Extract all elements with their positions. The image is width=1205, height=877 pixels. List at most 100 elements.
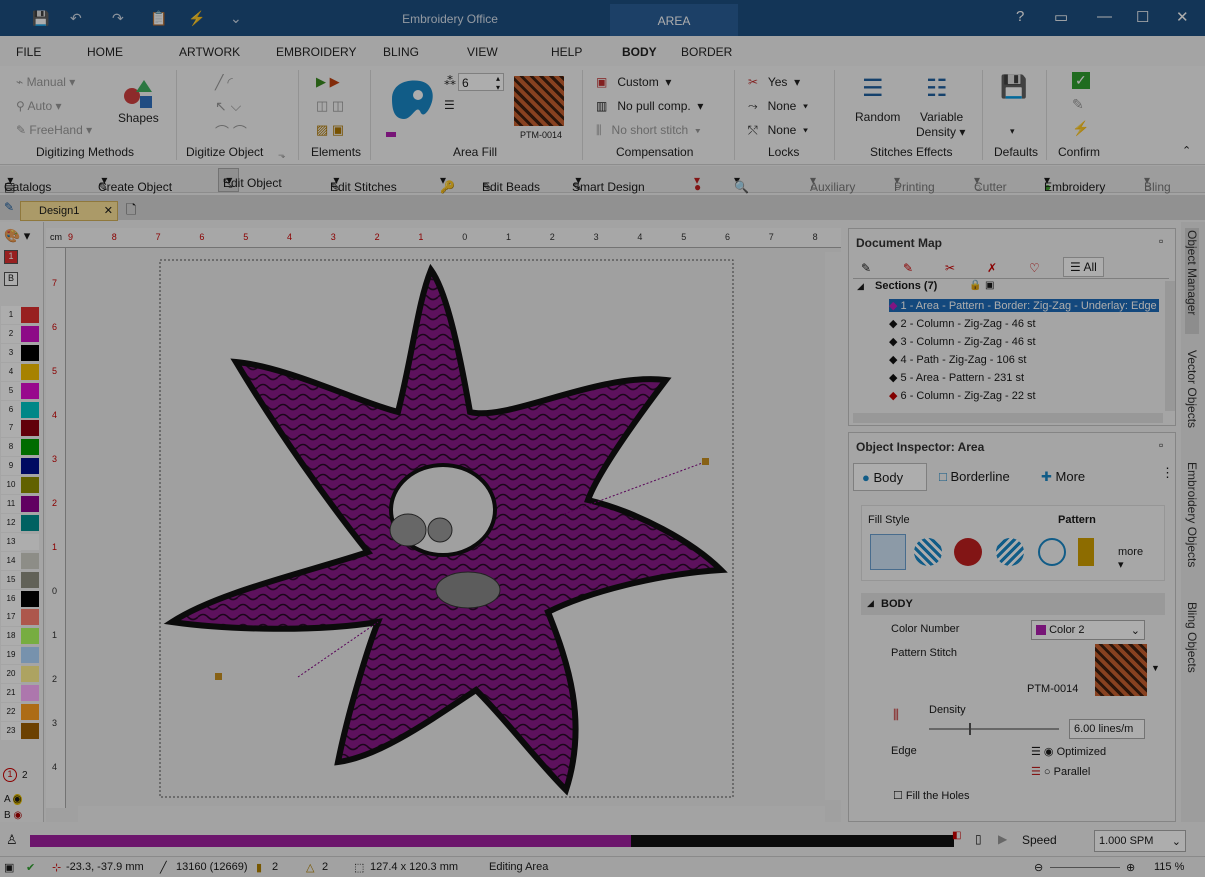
catalogs-button[interactable]: ▤ Catalogs ▾ [4, 173, 51, 194]
context-tab-area[interactable]: AREA [610, 4, 738, 36]
play-icon[interactable]: ▶ [998, 832, 1007, 846]
object-list-item[interactable]: ◆ 2 - Column - Zig-Zag - 46 st [889, 317, 1036, 330]
edit-object-button[interactable]: ⤡ Edit Object ▾ [218, 168, 282, 192]
zoom-tool-button[interactable]: 🔍 ▾ [734, 173, 749, 194]
confirm-generate-icon[interactable]: ⚡ [1072, 120, 1089, 137]
area-fill-value-input[interactable]: 6 ▴ ▾ [458, 73, 504, 92]
short-stitch-button[interactable]: ⫼ No short stitch ▾ [596, 123, 701, 138]
palette-swatch[interactable]: 8 [1, 438, 41, 457]
design-canvas[interactable] [46, 228, 841, 822]
pattern-stitch-swatch[interactable] [1095, 644, 1147, 696]
element-start-icon[interactable]: ▶ ▶ [316, 74, 340, 90]
palette-swatch[interactable]: 16 [1, 589, 41, 608]
expand-sections-icon[interactable]: ◢ [857, 281, 864, 292]
object-list-item[interactable]: ◆ 6 - Column - Zig-Zag - 22 st [889, 389, 1036, 402]
palette-swatch[interactable]: 12 [1, 513, 41, 532]
object-list-item[interactable]: ◆ 1 - Area - Pattern - Border: Zig-Zag -… [889, 299, 1159, 312]
tab-bling[interactable]: BLING [383, 45, 419, 59]
dialog-launcher-icon[interactable]: ⬎ [278, 150, 286, 161]
filter-pen-icon[interactable]: ✎ [861, 261, 871, 275]
body-section-header[interactable]: ◢ BODY [861, 593, 1165, 615]
pattern-dropdown-icon[interactable]: ▼ [1151, 663, 1160, 673]
defaults-dropdown-icon[interactable]: ▾ [1010, 126, 1015, 137]
smart-design-button[interactable]: ✎ Smart Design ▾ [572, 173, 645, 194]
palette-swatch[interactable]: 2 [1, 324, 41, 343]
density-input[interactable]: 6.00 lines/m [1069, 719, 1145, 739]
map-vertical-scrollbar[interactable] [1165, 281, 1175, 411]
sections-header[interactable]: Sections (7) [875, 280, 937, 292]
palette-swatch[interactable]: 14 [1, 551, 41, 570]
compensation-custom-button[interactable]: ▣ Custom ▾ [596, 75, 671, 89]
defaults-icon[interactable]: 💾 [1000, 74, 1027, 100]
zoom-out-icon[interactable]: ⊖ [1034, 861, 1043, 874]
palette-swatch[interactable]: 18 [1, 627, 41, 646]
confirm-check-icon[interactable]: ✓ [1072, 72, 1090, 89]
confirm-edit-icon[interactable]: ✎ [1072, 96, 1084, 113]
lock-icon[interactable]: 🔒 [969, 280, 981, 291]
object-list-item[interactable]: ◆ 5 - Area - Pattern - 231 st [889, 371, 1024, 384]
panel-float-icon[interactable]: ▫ [1159, 234, 1163, 248]
edit-stitches-button[interactable]: ✎ Edit Stitches ▾ [330, 173, 397, 194]
palette-swatch[interactable]: 1 [1, 306, 41, 324]
density-slider[interactable] [929, 723, 1059, 735]
embroidery-toggle[interactable]: ● Embroidery ▾ [1044, 173, 1105, 194]
progress-end-icon[interactable]: ◧ [952, 830, 961, 841]
variable-label-1[interactable]: Variable [920, 110, 963, 124]
design-svg[interactable] [78, 252, 833, 812]
shapes-button[interactable]: Shapes [118, 111, 159, 125]
filter-bling-icon[interactable]: ♡ [1029, 261, 1040, 275]
digitize-curve-icon[interactable]: ⌒ ⌒ [215, 122, 247, 142]
palette-swatch[interactable]: 21 [1, 684, 41, 702]
tab-vector-objects[interactable]: Vector Objects [1185, 350, 1199, 428]
fill-style-pattern-icon[interactable] [870, 534, 906, 570]
create-object-button[interactable]: ✎ Create Object ▾ [98, 173, 172, 194]
close-icon[interactable]: ✕ [1176, 8, 1189, 26]
stitch-progress-bar[interactable] [30, 835, 954, 847]
palette-tool-b-icon[interactable]: B ◉ [4, 810, 22, 821]
background-color-dropdown[interactable]: B [4, 272, 18, 286]
element-shape-icon[interactable]: ◫ ◫ [316, 98, 344, 114]
tab-embroidery-objects[interactable]: Embroidery Objects [1185, 462, 1199, 567]
pattern-list-icon[interactable]: ☰ [444, 98, 455, 112]
inspector-menu-icon[interactable]: ⋮ [1161, 465, 1174, 481]
fill-style-contour-icon[interactable] [1038, 538, 1066, 566]
palette-swatch[interactable]: 20 [1, 665, 41, 684]
palette-swatch[interactable]: 11 [1, 495, 41, 513]
tab-help[interactable]: HELP [551, 45, 582, 59]
lock-none-button-2[interactable]: ⤲ None ▾ [748, 123, 808, 138]
palette-swatch[interactable]: 17 [1, 608, 41, 627]
document-tab[interactable]: Design1 ✕ [20, 201, 118, 221]
tab-object-manager[interactable]: Object Manager [1185, 228, 1199, 334]
player-icon[interactable]: ♙ [6, 832, 18, 848]
minimize-icon[interactable]: — [1097, 8, 1112, 25]
random-button[interactable]: Random [855, 110, 900, 124]
tab-view[interactable]: VIEW [467, 45, 498, 59]
tab-body-inspector[interactable]: ● Body [853, 463, 927, 491]
current-color-dropdown[interactable]: 1 [4, 250, 18, 264]
tab-home[interactable]: HOME [87, 45, 123, 59]
bling-toggle[interactable]: ○ Bling ▾ [1144, 173, 1171, 194]
tab-borderline[interactable]: □ Borderline [931, 463, 1029, 491]
speed-select[interactable]: 1.000 SPM ⌄ [1094, 830, 1186, 852]
digitize-line-icon[interactable]: ╱ ◜ [215, 74, 233, 91]
fill-style-grid-icon[interactable] [914, 538, 942, 566]
close-tab-icon[interactable]: ✕ [104, 204, 113, 217]
tab-file[interactable]: FILE [16, 45, 41, 59]
more-fill-styles[interactable]: more ▾ [1118, 546, 1143, 571]
variable-label-2[interactable]: Density ▾ [916, 125, 965, 139]
freehand-button[interactable]: ✎ FreeHand ▾ [16, 123, 92, 137]
inspector-float-icon[interactable]: ▫ [1159, 438, 1163, 452]
pin-tool-button[interactable]: ● ▾ [694, 173, 701, 194]
object-list-item[interactable]: ◆ 3 - Column - Zig-Zag - 46 st [889, 335, 1036, 348]
digitize-arrow-icon[interactable]: ↖ ⌵ [215, 98, 241, 115]
collapse-ribbon-icon[interactable]: ⌃ [1182, 144, 1191, 157]
restore-ribbon-icon[interactable]: ▭ [1054, 8, 1068, 26]
palette-swatch[interactable]: 4 [1, 362, 41, 381]
maximize-icon[interactable]: ☐ [1136, 8, 1149, 26]
palette-swatch[interactable]: 19 [1, 646, 41, 665]
auxiliary-toggle[interactable]: ○ Auxiliary ▾ [810, 173, 855, 194]
palette-swatch[interactable]: 7 [1, 419, 41, 438]
palette-tool-a-icon[interactable]: A ◉ [4, 794, 22, 805]
filter-all-tab[interactable]: ☰ All [1063, 257, 1104, 277]
zoom-in-icon[interactable]: ⊕ [1126, 861, 1135, 874]
